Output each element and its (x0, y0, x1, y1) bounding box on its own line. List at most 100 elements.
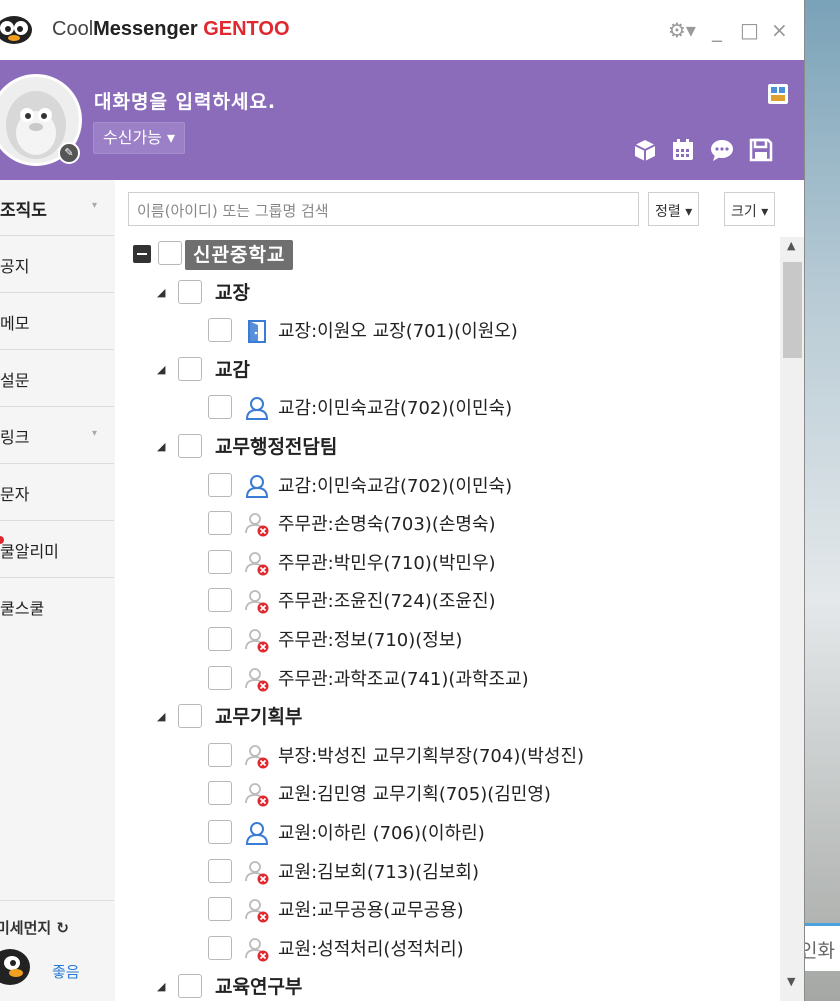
fine-dust-widget[interactable]: 미세먼지 ↻ 좋음 (0, 900, 114, 1001)
vertical-scrollbar[interactable]: ▲ ▼ (780, 237, 804, 1001)
save-icon[interactable] (748, 137, 774, 163)
tree-member-row[interactable]: 교장:이원오 교장(701)(이원오) (115, 314, 780, 348)
checkbox[interactable] (178, 279, 202, 304)
nav-item-memo[interactable]: 메모 (0, 294, 114, 350)
member-label: 교원:성적처리(성적처리) (278, 938, 464, 960)
tree-member-row[interactable]: 교원:이하린 (706)(이하린) (115, 816, 780, 850)
close-button[interactable]: × (771, 18, 788, 42)
member-label: 부장:박성진 교무기획부장(704)(박성진) (278, 745, 585, 767)
minimize-button[interactable]: _ (712, 18, 722, 42)
member-label: 교원:김민영 교무기획(705)(김민영) (278, 784, 551, 806)
group-label: 교감 (215, 358, 250, 381)
member-label: 주무관:손명숙(703)(손명숙) (278, 514, 496, 536)
background-window-caption: 인화 (800, 923, 840, 971)
nav-item-org-chart[interactable]: 조직도 ▾ (0, 180, 114, 236)
calendar-icon[interactable] (670, 137, 696, 163)
checkbox[interactable] (208, 820, 232, 844)
tree-group-row[interactable]: ◢ 교육연구부 (115, 970, 780, 1001)
maximize-button[interactable]: □ (740, 18, 759, 42)
tree-member-row[interactable]: 주무관:손명숙(703)(손명숙) (115, 507, 780, 541)
user-offline-icon (245, 937, 269, 962)
expand-triangle-icon[interactable]: ◢ (157, 710, 165, 723)
checkbox[interactable] (178, 356, 202, 381)
scrollbar-thumb[interactable] (783, 262, 802, 358)
scroll-down-icon[interactable]: ▼ (787, 975, 795, 988)
tree-member-row[interactable]: 주무관:조윤진(724)(조윤진) (115, 584, 780, 618)
expand-triangle-icon[interactable]: ◢ (157, 980, 165, 993)
tree-root-label: 신관중학교 (185, 240, 294, 270)
expand-triangle-icon[interactable]: ◢ (157, 440, 165, 453)
package-icon[interactable] (632, 137, 658, 163)
layout-toggle-icon[interactable] (768, 84, 788, 104)
tree-member-row[interactable]: 부장:박성진 교무기획부장(704)(박성진) (115, 739, 780, 773)
checkbox[interactable] (158, 241, 182, 265)
app-logo-icon (0, 16, 32, 44)
collapse-icon[interactable] (133, 245, 151, 263)
title-bar[interactable]: CoolMessenger GENTOO ⚙▾ _ □ × (0, 0, 804, 61)
checkbox[interactable] (208, 511, 232, 536)
nav-item-cool-alarm[interactable]: 쿨알리미 (0, 522, 114, 578)
user-online-icon (245, 397, 269, 421)
settings-menu-button[interactable]: ⚙▾ (668, 18, 696, 42)
app-title-brand: GENTOO (203, 18, 290, 40)
checkbox[interactable] (178, 434, 202, 458)
chat-icon[interactable] (709, 137, 735, 163)
search-input[interactable]: 이름(아이디) 또는 그룹명 검색 (128, 192, 639, 226)
nav-item-survey[interactable]: 설문 (0, 351, 114, 407)
tree-member-row[interactable]: 주무관:과학조교(741)(과학조교) (115, 662, 780, 696)
checkbox[interactable] (208, 742, 232, 767)
size-dropdown[interactable]: 크기 ▾ (724, 192, 776, 226)
checkbox[interactable] (208, 897, 232, 922)
sort-dropdown[interactable]: 정렬 ▾ (648, 192, 700, 226)
nav-item-label: 메모 (0, 314, 30, 333)
tree-member-row[interactable]: 교원:김보회(713)(김보회) (115, 855, 780, 889)
checkbox[interactable] (208, 781, 232, 806)
nav-item-cool-school[interactable]: 쿨스쿨 (0, 579, 114, 635)
nav-item-notice[interactable]: 공지 (0, 237, 114, 293)
member-label: 교장:이원오 교장(701)(이원오) (278, 321, 518, 343)
checkbox[interactable] (208, 395, 232, 420)
member-label: 교감:이민숙교감(702)(이민숙) (278, 398, 513, 420)
scroll-up-icon[interactable]: ▲ (787, 239, 795, 252)
group-label: 교장 (215, 281, 250, 304)
status-dropdown[interactable]: 수신가능 ▾ (93, 122, 185, 154)
expand-triangle-icon[interactable]: ◢ (157, 286, 165, 299)
checkbox[interactable] (208, 318, 232, 343)
edit-profile-icon[interactable]: ✎ (58, 142, 80, 164)
tree-group-row[interactable]: ◢ 교무기획부 (115, 700, 780, 734)
checkbox[interactable] (208, 665, 232, 690)
tree-group-row[interactable]: ◢ 교장 (115, 276, 780, 310)
door-icon (248, 320, 266, 344)
tree-root-row[interactable]: 신관중학교 (115, 237, 780, 271)
tree-group-row[interactable]: ◢ 교무행정전담팀 (115, 430, 780, 464)
checkbox[interactable] (208, 549, 232, 574)
tree-member-row[interactable]: 교감:이민숙교감(702)(이민숙) (115, 469, 780, 503)
checkbox[interactable] (208, 627, 232, 651)
app-title: CoolMessenger GENTOO (52, 18, 290, 41)
member-label: 주무관:과학조교(741)(과학조교) (278, 668, 529, 690)
penguin-face-icon (0, 949, 30, 985)
member-label: 교원:교무공용(교무공용) (278, 900, 464, 922)
checkbox[interactable] (208, 858, 232, 883)
checkbox[interactable] (178, 974, 202, 999)
user-offline-icon (245, 899, 269, 923)
tree-member-row[interactable]: 주무관:박민우(710)(박민우) (115, 546, 780, 580)
conversation-name-input[interactable]: 대화명을 입력하세요. (94, 87, 276, 114)
checkbox[interactable] (208, 472, 232, 497)
nav-item-sms[interactable]: 문자 (0, 465, 114, 521)
tree-member-row[interactable]: 교원:성적처리(성적처리) (115, 932, 780, 966)
user-offline-icon (245, 667, 269, 692)
tree-member-row[interactable]: 주무관:정보(710)(정보) (115, 623, 780, 657)
checkbox[interactable] (178, 704, 202, 729)
tree-member-row[interactable]: 교감:이민숙교감(702)(이민숙) (115, 391, 780, 425)
user-online-icon (245, 474, 269, 498)
member-label: 주무관:조윤진(724)(조윤진) (278, 591, 496, 613)
tree-group-row[interactable]: ◢ 교감 (115, 353, 780, 387)
tree-member-row[interactable]: 교원:김민영 교무기획(705)(김민영) (115, 777, 780, 811)
nav-item-link[interactable]: 링크 ▾ (0, 408, 114, 464)
checkbox[interactable] (208, 935, 232, 960)
tree-member-row[interactable]: 교원:교무공용(교무공용) (115, 893, 780, 927)
left-navigation: 조직도 ▾ 공지 메모 설문 링크 ▾ 문자 쿨알리미 쿨스쿨 미세먼지 ↻ 좋… (0, 180, 116, 1001)
checkbox[interactable] (208, 588, 232, 613)
expand-triangle-icon[interactable]: ◢ (157, 363, 165, 376)
